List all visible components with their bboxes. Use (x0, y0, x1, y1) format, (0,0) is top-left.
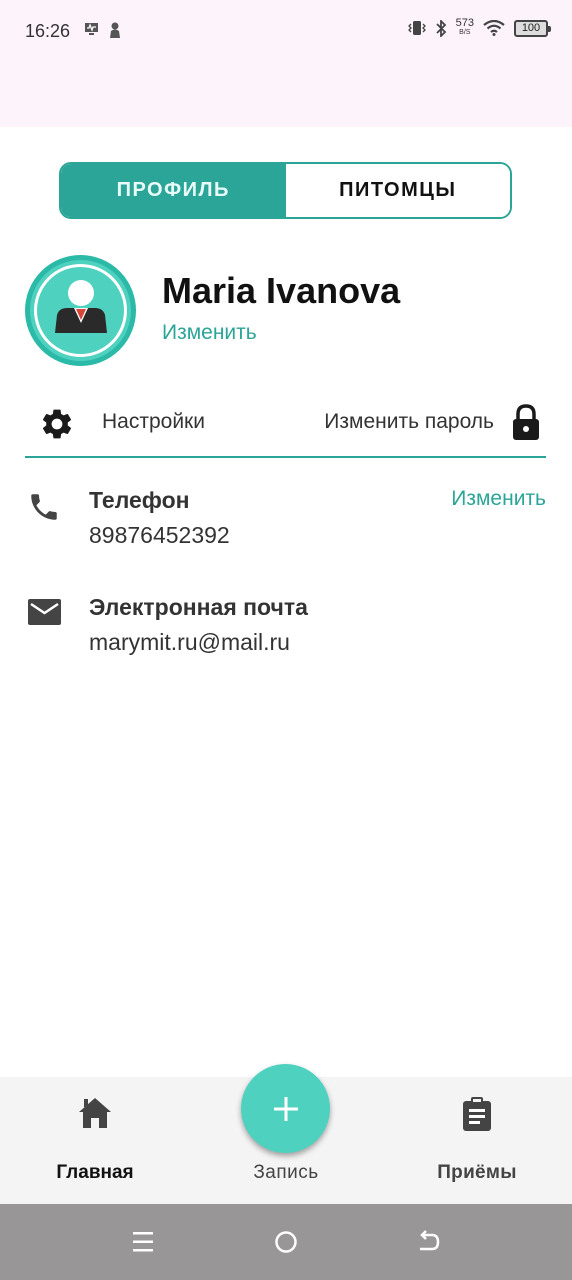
vibrate-icon (407, 21, 426, 35)
phone-icon (31, 494, 57, 520)
home-icon (79, 1098, 111, 1128)
edit-phone-link[interactable]: Изменить (451, 487, 546, 511)
profile-name: Maria Ivanova (162, 270, 401, 311)
lock-icon[interactable] (510, 404, 542, 442)
change-password-label[interactable]: Изменить пароль (324, 410, 494, 434)
status-right-icons: 573 B/S 100 (407, 17, 551, 37)
menu-icon[interactable] (132, 1230, 154, 1254)
bluetooth-icon (436, 19, 446, 37)
status-left-icons (84, 22, 121, 38)
phone-row: Телефон 89876452392 Изменить (25, 487, 546, 557)
back-icon[interactable] (417, 1230, 441, 1254)
nav-home-label: Главная (56, 1162, 134, 1183)
email-value: marymit.ru@mail.ru (89, 629, 290, 655)
user-avatar-icon (55, 280, 107, 333)
email-icon (28, 599, 61, 625)
nav-add-label: Запись (253, 1162, 319, 1183)
add-appointment-button[interactable] (241, 1064, 330, 1153)
system-navigation-bar (0, 1204, 572, 1280)
nav-home[interactable]: Главная (40, 1077, 150, 1204)
email-row: Электронная почта marymit.ru@mail.ru (25, 594, 546, 664)
status-bar: 16:26 573 B/S 100 (0, 0, 572, 127)
home-circle-icon[interactable] (274, 1230, 298, 1254)
network-speed: 573 B/S (455, 17, 474, 37)
settings-row: Настройки Изменить пароль (25, 392, 546, 458)
tab-pets[interactable]: ПИТОМЦЫ (285, 164, 510, 217)
avatar[interactable] (25, 255, 136, 366)
clipboard-icon (463, 1097, 491, 1131)
monitor-notification-icon (85, 23, 98, 35)
tab-profile[interactable]: ПРОФИЛЬ (61, 164, 286, 217)
nav-appointments-label: Приёмы (437, 1162, 517, 1183)
person-notification-icon (110, 22, 120, 38)
nav-appointments[interactable]: Приёмы (422, 1077, 532, 1204)
plus-icon (273, 1096, 298, 1121)
email-title: Электронная почта (89, 594, 308, 620)
phone-value: 89876452392 (89, 522, 230, 548)
phone-title: Телефон (89, 487, 190, 513)
edit-profile-link[interactable]: Изменить (162, 321, 257, 345)
profile-tabs: ПРОФИЛЬ ПИТОМЦЫ (59, 162, 512, 219)
battery-indicator: 100 (514, 19, 551, 37)
gear-icon[interactable] (39, 406, 75, 442)
network-speed-unit: B/S (459, 29, 471, 36)
wifi-icon (483, 20, 505, 36)
settings-label[interactable]: Настройки (102, 410, 205, 434)
status-time: 16:26 (25, 21, 71, 41)
network-speed-value: 573 (455, 17, 474, 29)
